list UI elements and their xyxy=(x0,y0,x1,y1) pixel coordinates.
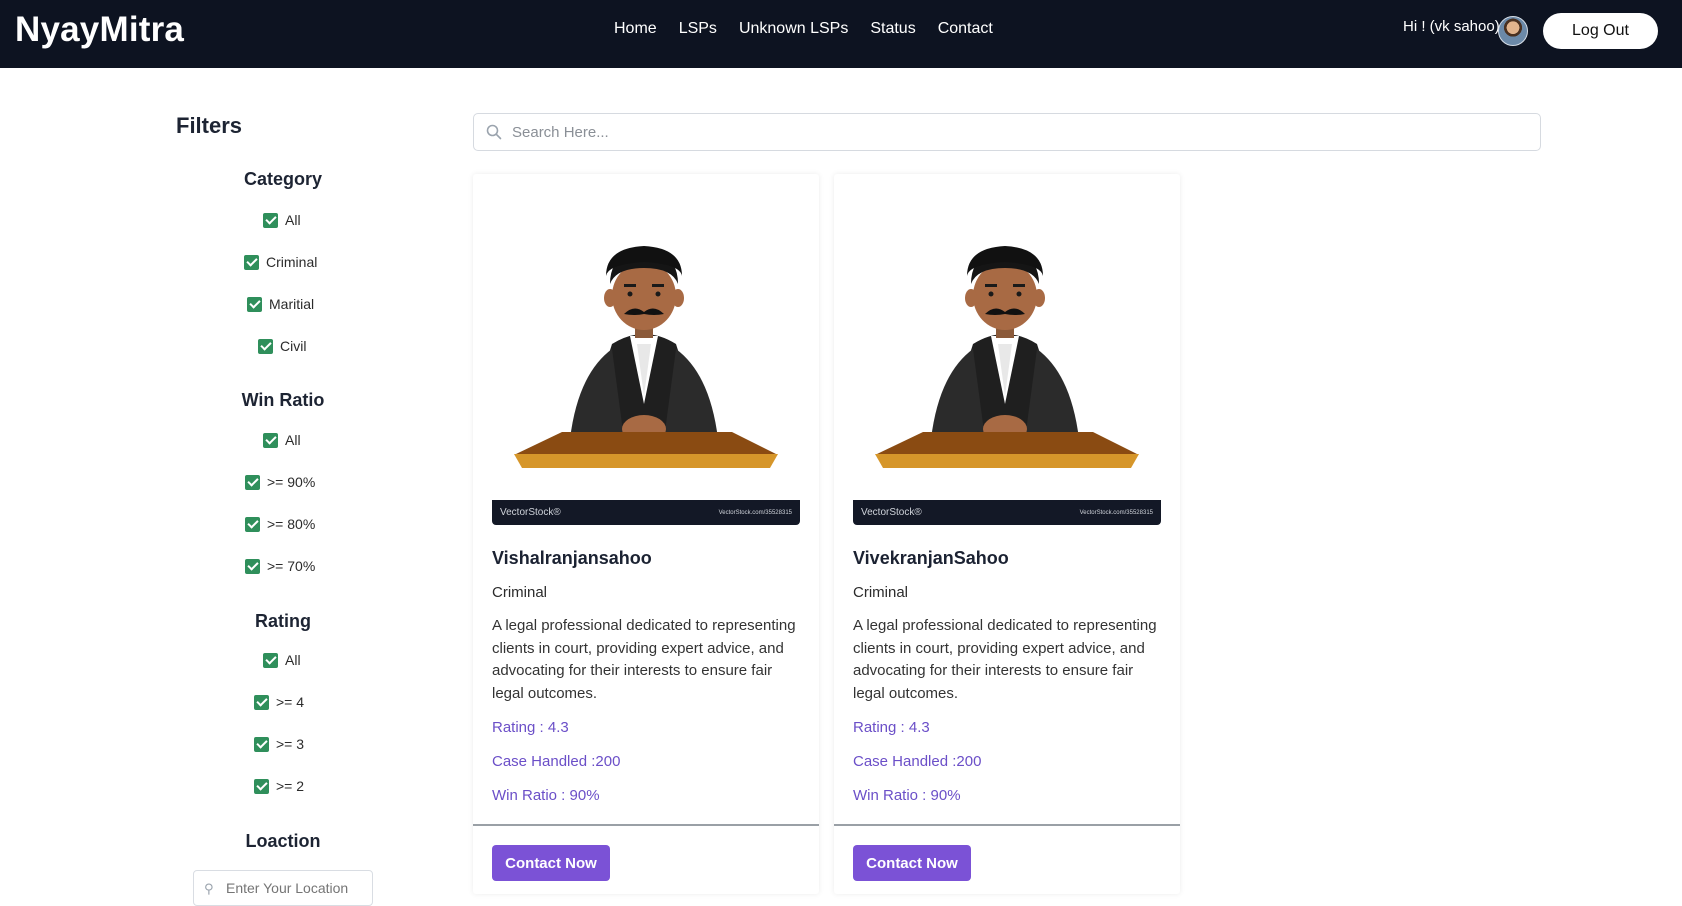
lawyer-cases-handled: Case Handled :200 xyxy=(492,753,621,770)
location-pin-icon: ⚲ xyxy=(204,881,214,896)
rating-all-option[interactable]: All xyxy=(263,652,301,668)
win-ratio-title: Win Ratio xyxy=(241,390,325,410)
main-nav: Home LSPs Unknown LSPs Status Contact xyxy=(614,20,1015,38)
win-ratio-80-option[interactable]: >= 80% xyxy=(245,516,315,532)
win-ratio-all-option[interactable]: All xyxy=(263,432,301,448)
checkbox-checked-icon[interactable] xyxy=(247,296,262,312)
lawyer-description: A legal professional dedicated to repres… xyxy=(492,617,796,702)
lawyer-name: VivekranjanSahoo xyxy=(853,548,1009,568)
category-criminal-option[interactable]: Criminal xyxy=(244,254,317,270)
logout-button[interactable]: Log Out xyxy=(1543,13,1658,49)
lawyer-illustration xyxy=(875,246,1139,468)
filters-title: Filters xyxy=(176,113,243,138)
card-divider xyxy=(473,824,819,826)
checkbox-checked-icon[interactable] xyxy=(245,474,260,490)
checkbox-checked-icon[interactable] xyxy=(244,254,259,270)
rating-title: Rating xyxy=(255,611,311,631)
category-title: Category xyxy=(243,169,323,189)
checkbox-checked-icon[interactable] xyxy=(263,652,278,668)
image-watermark-bar: VectorStock® VectorStock.com/35528315 xyxy=(853,500,1161,525)
location-field[interactable]: ⚲ xyxy=(193,870,373,906)
lawyer-rating: Rating : 4.3 xyxy=(853,719,930,736)
rating-2-option[interactable]: >= 2 xyxy=(254,778,304,794)
checkbox-checked-icon[interactable] xyxy=(245,558,260,574)
lawyer-description: A legal professional dedicated to repres… xyxy=(853,617,1157,702)
lawyer-rating: Rating : 4.3 xyxy=(492,719,569,736)
checkbox-checked-icon[interactable] xyxy=(254,694,269,710)
lawyer-cases-handled: Case Handled :200 xyxy=(853,753,982,770)
lawyer-card: VectorStock® VectorStock.com/35528315 Vi… xyxy=(473,174,819,894)
rating-4-option[interactable]: >= 4 xyxy=(254,694,304,710)
user-greeting: Hi ! (vk sahoo) xyxy=(1403,18,1500,35)
lawyer-category: Criminal xyxy=(492,584,548,601)
lawyer-win-ratio: Win Ratio : 90% xyxy=(853,787,961,804)
brand-logo[interactable]: NyayMitra xyxy=(15,10,184,50)
lawyer-card: VectorStock® VectorStock.com/35528315 Vi… xyxy=(834,174,1180,894)
checkbox-checked-icon[interactable] xyxy=(258,338,273,354)
checkbox-checked-icon[interactable] xyxy=(245,516,260,532)
lawyer-image xyxy=(492,224,800,524)
contact-now-button[interactable]: Contact Now xyxy=(492,845,610,881)
lawyer-name: Vishalranjansahoo xyxy=(492,548,652,568)
category-maritial-option[interactable]: Maritial xyxy=(247,296,314,312)
nav-lsps[interactable]: LSPs xyxy=(679,20,717,38)
category-civil-option[interactable]: Civil xyxy=(258,338,306,354)
lawyer-category: Criminal xyxy=(853,584,909,601)
lawyer-illustration xyxy=(514,246,778,468)
category-all-option[interactable]: All xyxy=(263,212,301,228)
rating-3-option[interactable]: >= 3 xyxy=(254,736,304,752)
avatar[interactable] xyxy=(1498,16,1528,46)
search-bar[interactable] xyxy=(473,113,1541,151)
checkbox-checked-icon[interactable] xyxy=(254,736,269,752)
image-watermark-bar: VectorStock® VectorStock.com/35528315 xyxy=(492,500,800,525)
nav-contact[interactable]: Contact xyxy=(938,20,993,38)
search-input[interactable] xyxy=(512,123,1492,141)
nav-unknown-lsps[interactable]: Unknown LSPs xyxy=(739,20,848,38)
lawyer-image xyxy=(853,224,1161,524)
card-divider xyxy=(834,824,1180,826)
nav-home[interactable]: Home xyxy=(614,20,657,38)
checkbox-checked-icon[interactable] xyxy=(254,778,269,794)
lawyer-win-ratio: Win Ratio : 90% xyxy=(492,787,600,804)
checkbox-checked-icon[interactable] xyxy=(263,212,278,228)
search-icon xyxy=(486,124,502,140)
checkbox-checked-icon[interactable] xyxy=(263,432,278,448)
win-ratio-90-option[interactable]: >= 90% xyxy=(245,474,315,490)
win-ratio-70-option[interactable]: >= 70% xyxy=(245,558,315,574)
top-navbar: NyayMitra Home LSPs Unknown LSPs Status … xyxy=(0,0,1682,68)
nav-status[interactable]: Status xyxy=(870,20,915,38)
contact-now-button[interactable]: Contact Now xyxy=(853,845,971,881)
location-title: Loaction xyxy=(245,831,321,851)
